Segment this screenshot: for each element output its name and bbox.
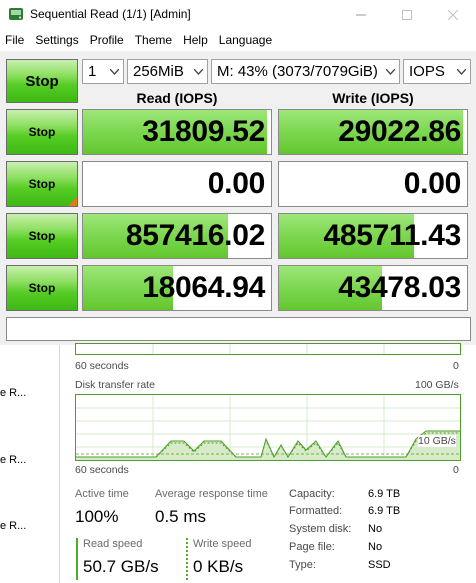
disk-transfer-graph: 10 GB/s <box>75 394 461 461</box>
avg-response-value: 0.5 ms <box>155 507 207 526</box>
menu-file[interactable]: File <box>0 30 30 50</box>
capacity-value: 6.9 TB <box>368 488 401 500</box>
row3-read-value: 857416.02 <box>125 219 265 252</box>
row2-write-value: 0.00 <box>403 167 462 200</box>
row2-read-cell: 0.00 <box>82 161 272 207</box>
menu-theme[interactable]: Theme <box>130 30 178 50</box>
disk-app-icon <box>9 8 23 20</box>
row1-read-cell: 31809.52 <box>82 109 272 155</box>
read-column-header: Read (IOPS) <box>136 90 218 106</box>
system-disk-value: No <box>368 523 383 535</box>
row1-write-cell: 29022.86 <box>278 109 468 155</box>
system-disk-label: System disk: <box>289 523 352 535</box>
write-speed-indicator <box>186 538 188 580</box>
menu-settings[interactable]: Settings <box>30 30 84 50</box>
type-value: SSD <box>368 559 391 571</box>
row4-write-value: 43478.03 <box>338 271 461 304</box>
write-speed-label: Write speed <box>193 538 252 550</box>
row4-stop-button[interactable]: Stop <box>6 265 78 311</box>
row1-write-value: 29022.86 <box>338 115 461 148</box>
strip-item-2[interactable]: e R... <box>0 454 26 466</box>
close-icon <box>448 10 458 20</box>
disk-rate-max-label: 100 GB/s <box>415 379 459 391</box>
minimize-icon <box>356 14 366 16</box>
chevron-down-icon <box>453 60 470 83</box>
row2-read-value: 0.00 <box>207 167 266 200</box>
size-select[interactable]: 256MiB <box>127 59 208 84</box>
page-file-value: No <box>368 541 383 553</box>
active-time-graph <box>75 343 461 355</box>
formatted-value: 6.9 TB <box>368 505 401 517</box>
read-speed-indicator <box>76 538 78 580</box>
drive-value: M: 43% (3073/7079GiB) <box>217 63 378 80</box>
row4-read-cell: 18064.94 <box>82 265 272 311</box>
process-strip: e R... e R... e R... <box>0 345 60 583</box>
top-graph-zero-label: 0 <box>453 360 459 372</box>
maximize-button[interactable] <box>384 0 430 30</box>
row1-stop-button[interactable]: Stop <box>6 109 78 155</box>
type-label: Type: <box>289 559 316 571</box>
comment-input[interactable] <box>6 317 471 341</box>
main-stop-button[interactable]: Stop <box>6 59 78 103</box>
menu-help[interactable]: Help <box>178 30 214 50</box>
row4-read-value: 18064.94 <box>142 271 265 304</box>
read-speed-value: 50.7 GB/s <box>83 557 159 576</box>
disk-transfer-plot <box>76 395 460 460</box>
row3-stop-button[interactable]: Stop <box>6 213 78 259</box>
chevron-down-icon <box>190 60 207 83</box>
row4-write-cell: 43478.03 <box>278 265 468 311</box>
row2-write-cell: 0.00 <box>278 161 468 207</box>
row3-write-cell: 485711.43 <box>278 213 468 259</box>
row2-stop-button[interactable]: Stop <box>6 161 78 207</box>
count-value: 1 <box>88 63 97 80</box>
disk-rate-marker: 10 GB/s <box>418 435 456 447</box>
size-value: 256MiB <box>133 63 184 80</box>
write-column-header: Write (IOPS) <box>332 90 414 106</box>
strip-item-1[interactable]: e R... <box>0 387 26 399</box>
benchmark-panel: Stop 1 256MiB M: 43% (3073/7079GiB) IOPS… <box>0 51 476 345</box>
formatted-label: Formatted: <box>289 505 343 517</box>
active-time-gridlines <box>152 344 385 354</box>
unit-value: IOPS <box>409 63 445 80</box>
minimize-button[interactable] <box>338 0 384 30</box>
menu-language[interactable]: Language <box>214 30 278 50</box>
title-bar: Sequential Read (1/1) [Admin] <box>0 0 476 30</box>
disk-rate-label: Disk transfer rate <box>75 379 155 391</box>
window-title: Sequential Read (1/1) [Admin] <box>30 7 191 21</box>
task-manager-disk-view: e R... e R... e R... 60 seconds 0 Disk t… <box>0 343 476 583</box>
row1-read-value: 31809.52 <box>142 115 265 148</box>
disk-graph-time-label: 60 seconds <box>75 464 129 476</box>
active-time-label: Active time <box>75 488 129 500</box>
top-graph-time-label: 60 seconds <box>75 360 129 372</box>
page-file-label: Page file: <box>289 541 335 553</box>
maximize-icon <box>402 10 412 20</box>
avg-response-label: Average response time <box>155 488 268 500</box>
active-time-value: 100% <box>75 507 119 526</box>
write-speed-value: 0 KB/s <box>193 557 244 576</box>
status-corner-icon <box>68 197 77 206</box>
count-select[interactable]: 1 <box>82 59 124 84</box>
drive-select[interactable]: M: 43% (3073/7079GiB) <box>211 59 400 84</box>
unit-select[interactable]: IOPS <box>403 59 471 84</box>
disk-graph-zero-label: 0 <box>453 464 459 476</box>
strip-item-3[interactable]: e R... <box>0 520 26 532</box>
menu-profile[interactable]: Profile <box>85 30 130 50</box>
row3-write-value: 485711.43 <box>323 219 462 252</box>
row2-stop-label: Stop <box>28 177 56 191</box>
row3-read-cell: 857416.02 <box>82 213 272 259</box>
chevron-down-icon <box>106 60 123 83</box>
close-button[interactable] <box>430 0 476 30</box>
read-speed-label: Read speed <box>83 538 143 550</box>
chevron-down-icon <box>382 60 399 83</box>
capacity-label: Capacity: <box>289 488 335 500</box>
menu-bar: File Settings Profile Theme Help Languag… <box>0 30 476 50</box>
